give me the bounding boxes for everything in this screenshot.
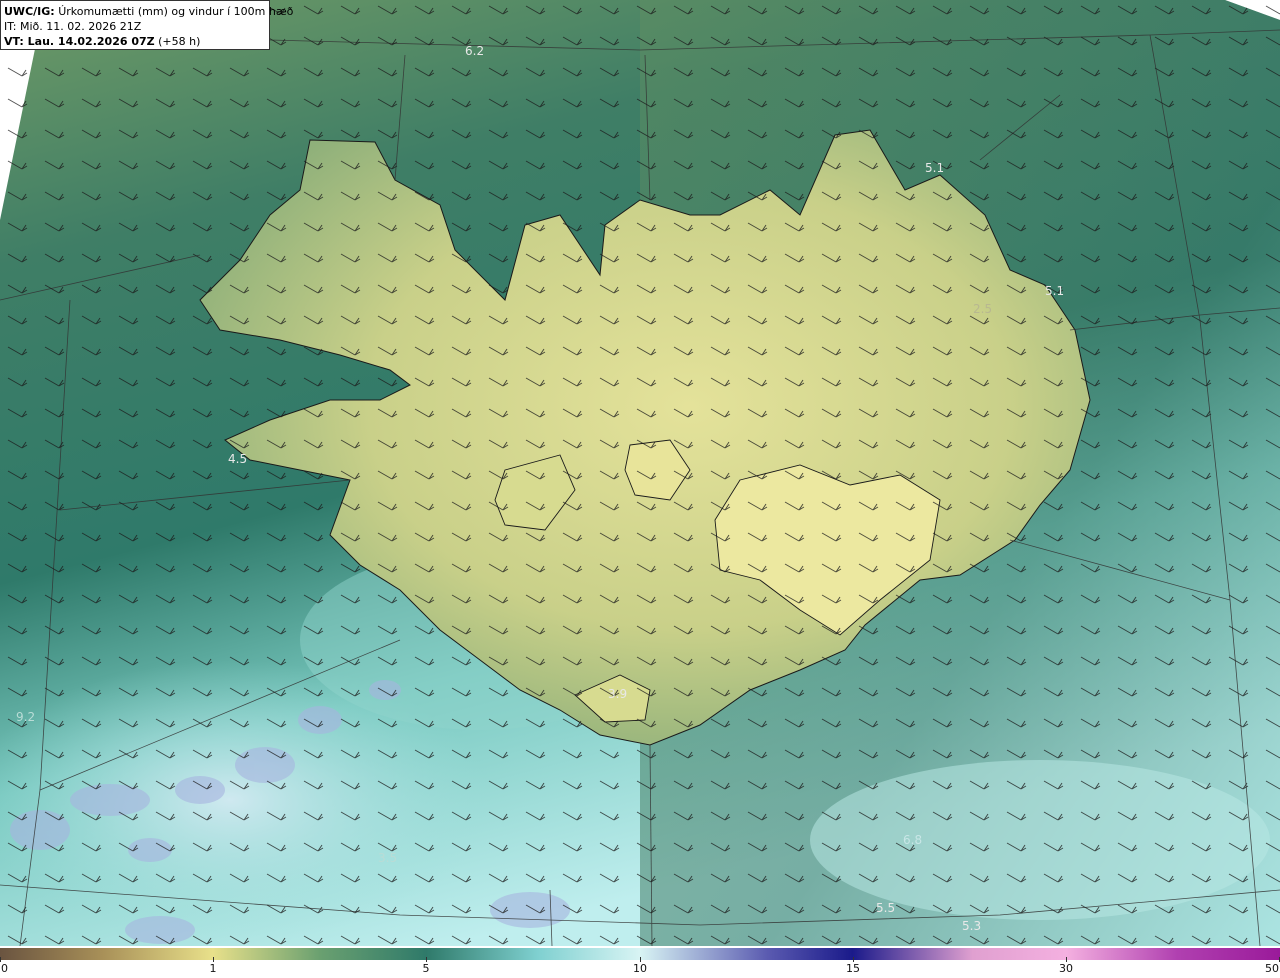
valid-time: VT: Lau. 14.02.2026 07Z (+58 h) [4,34,266,49]
forecast-info-box: UWC/IG: Úrkomumætti (mm) og vindur í 100… [0,0,293,50]
colorbar-tick-label: 15 [846,962,860,975]
valid-time-date: VT: Lau. 14.02.2026 07Z [4,35,155,48]
forecast-lead-time: (+58 h) [158,35,201,48]
label-value: 3.5 [378,851,397,865]
label-value: 5.1 [1045,284,1064,298]
colorbar-tick-label: 1 [209,962,217,975]
label-value: 9.2 [16,710,35,724]
wind-barbs [0,0,1280,946]
label-value: 5.1 [925,161,944,175]
colorbar-tick-label: 5 [422,962,430,975]
label-value: 3.9 [608,687,627,701]
label-value: 5.3 [962,919,981,933]
initial-time: IT: Mið. 11. 02. 2026 21Z [4,20,142,33]
label-value: 5.5 [876,901,895,915]
colorbar-tick-label: 50 [1265,962,1279,975]
label-value: 2.5 [973,302,992,316]
label-value: 4.5 [228,452,247,466]
precipitation-wind-map: 6.2 5.1 5.1 2.5 4.5 3.9 9.2 6.8 5.5 5.3 … [0,0,1280,946]
colorbar-tick-label: 10 [633,962,647,975]
product-description: Úrkomumætti (mm) og vindur í 100m hæð [58,5,294,18]
label-value: 6.8 [903,833,922,847]
label-value: 6.2 [465,44,484,58]
product-code: UWC/IG: [4,5,55,18]
colorbar-tick-label: 0 [1,962,8,975]
colorbar-tick-label: 30 [1059,962,1073,975]
product-title: UWC/IG: Úrkomumætti (mm) og vindur í 100… [4,4,293,19]
precipitation-colorbar: 0 1 5 10 15 30 50 [0,946,1280,978]
